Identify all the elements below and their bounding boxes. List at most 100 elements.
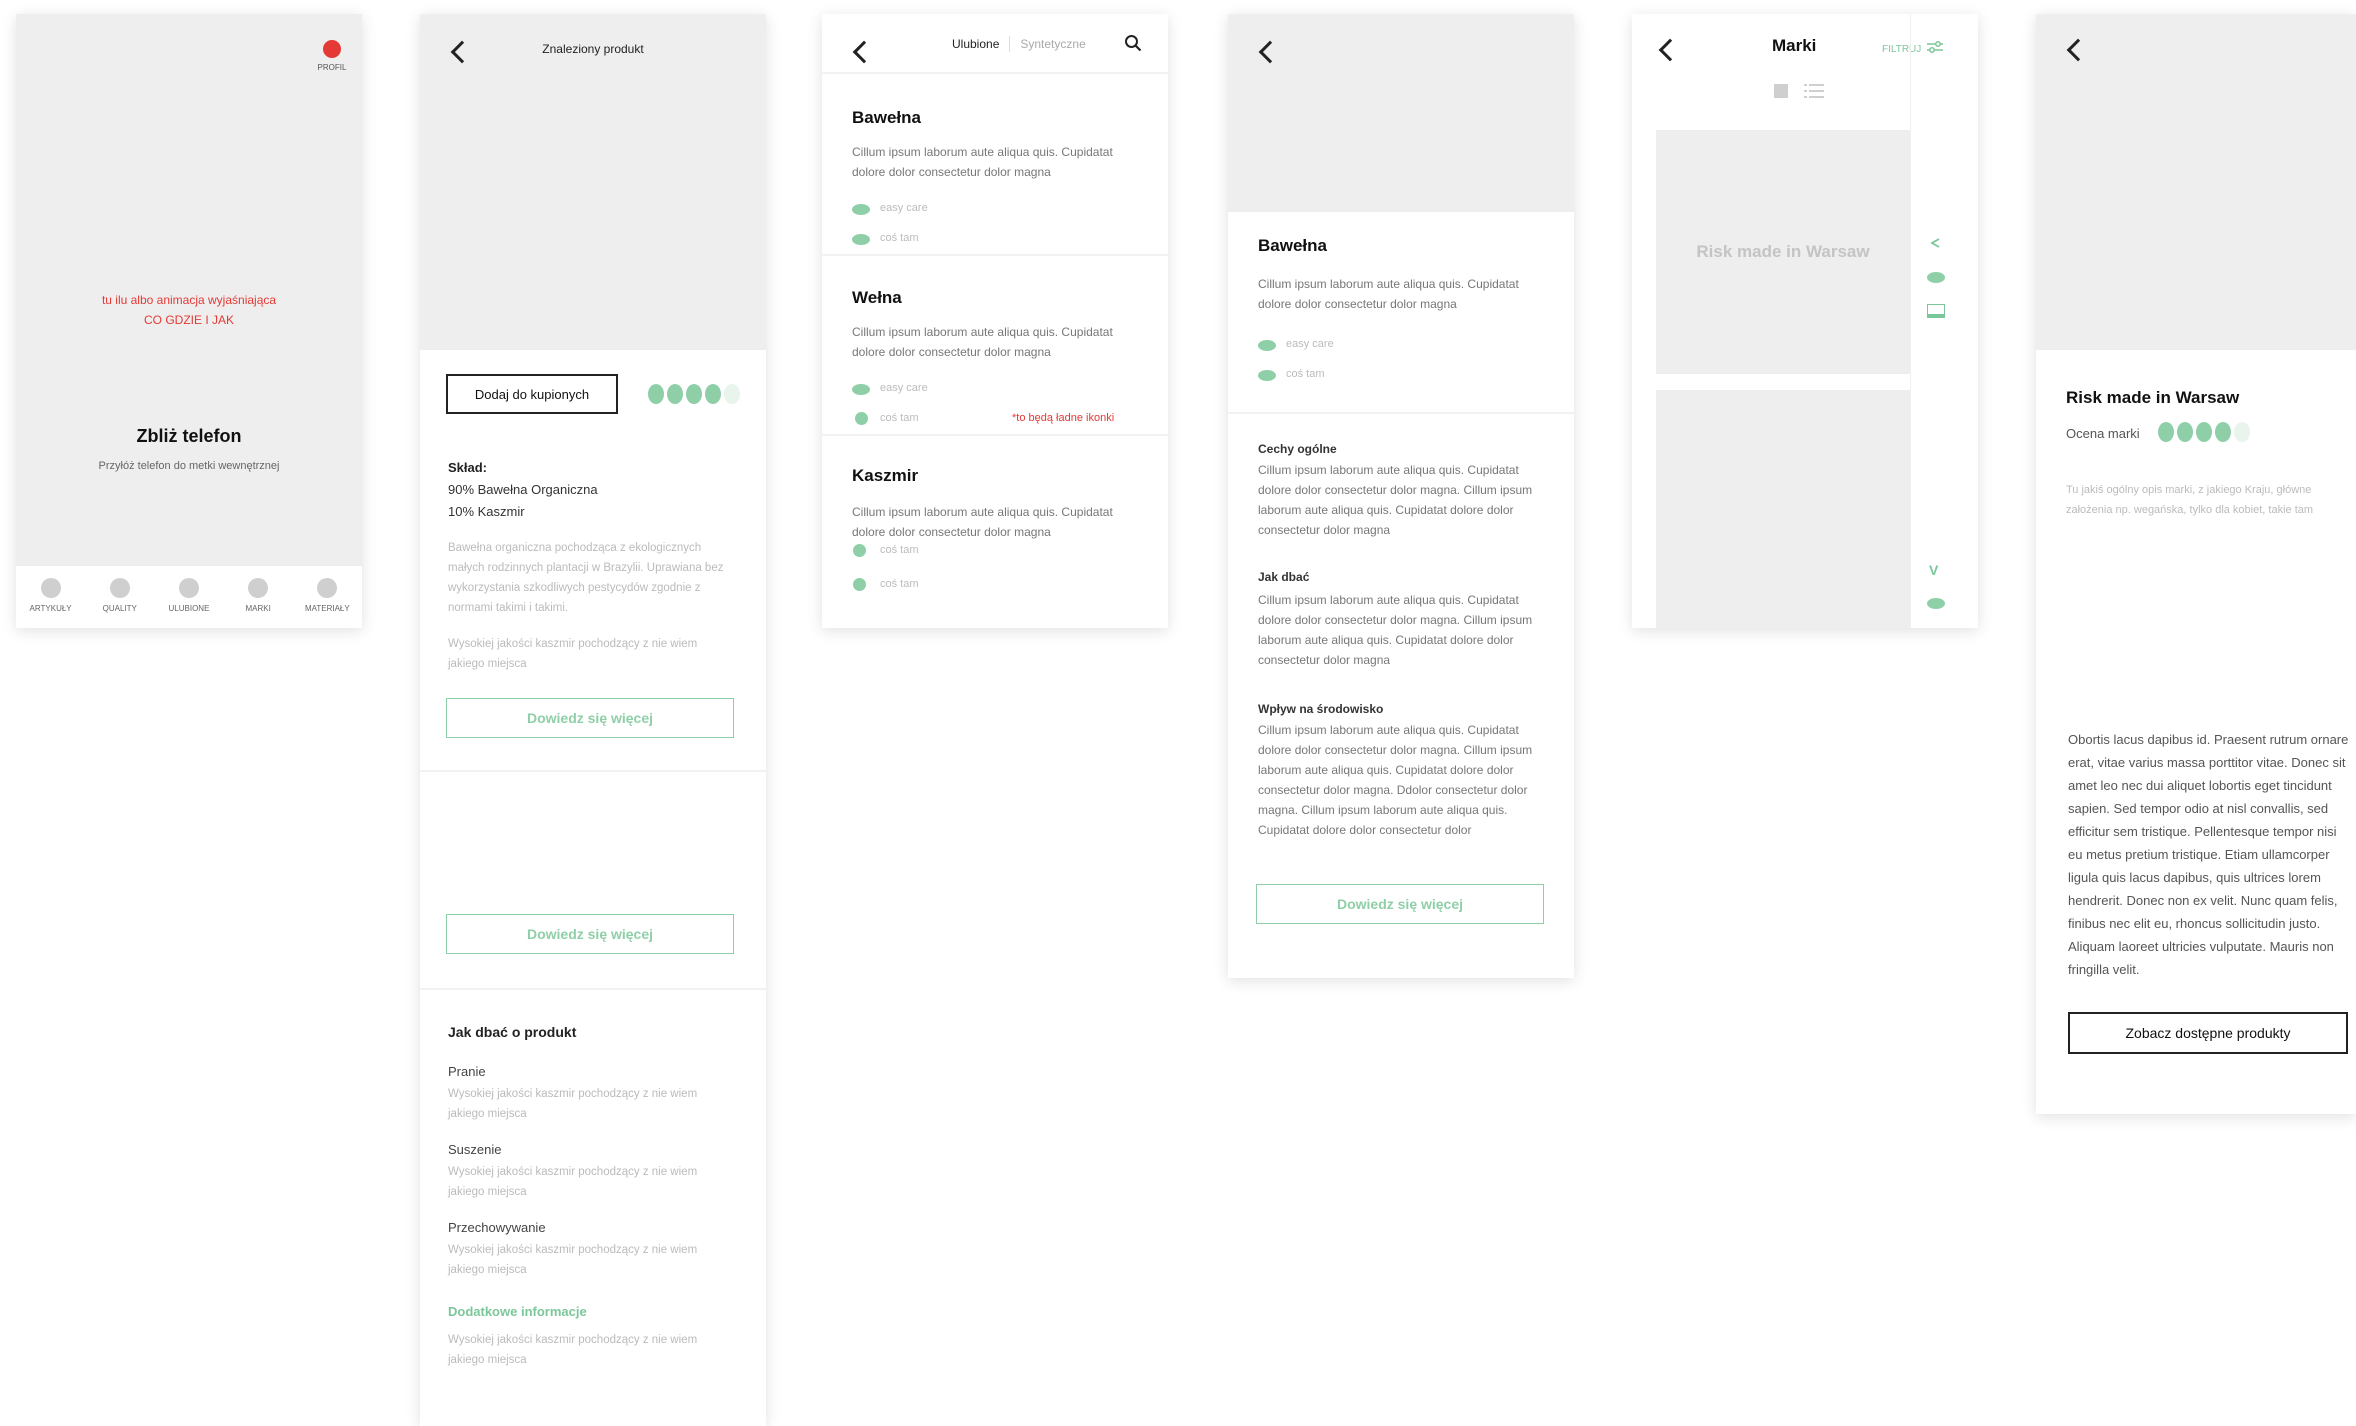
material-name: Bawełna bbox=[852, 108, 921, 127]
list-view-icon[interactable] bbox=[1804, 84, 1824, 103]
brand-card[interactable] bbox=[1656, 390, 1910, 628]
tabs: Ulubione Syntetyczne bbox=[952, 36, 1086, 52]
material-desc: Cillum ipsum laborum aute aliqua quis. C… bbox=[852, 505, 1113, 539]
animation-note-line: CO GDZIE I JAK bbox=[143, 313, 234, 327]
screen-brand-detail: Risk made in Warsaw Ocena marki Tu jakiś… bbox=[2036, 14, 2356, 1114]
brand-card-title: Risk made in Warsaw bbox=[1696, 242, 1870, 261]
icons-note: *to będą ładne ikonki bbox=[1012, 412, 1115, 424]
material-name: Wełna bbox=[852, 288, 902, 307]
nav-item-quality[interactable]: QUALITY bbox=[90, 578, 150, 613]
learn-more-button[interactable]: Dowiedz się więcej bbox=[446, 698, 734, 738]
see-products-button[interactable]: Zobacz dostępne produkty bbox=[2068, 1012, 2348, 1054]
easy-care-icon bbox=[1258, 340, 1276, 351]
nav-label: ULUBIONE bbox=[168, 604, 210, 613]
nav-icon bbox=[109, 578, 130, 598]
care-item-title: Przechowywanie bbox=[448, 1220, 546, 1235]
screen-brands: Marki FILTRUJ Risk made in Warsaw V bbox=[1632, 14, 1978, 628]
side-chevron-icon[interactable] bbox=[1929, 236, 1941, 254]
learn-more-button[interactable]: Dowiedz się więcej bbox=[446, 914, 734, 954]
material-desc: Cillum ipsum laborum aute aliqua quis. C… bbox=[1258, 277, 1519, 311]
side-frame-icon[interactable] bbox=[1927, 304, 1945, 318]
composition-line: 90% Bawełna Organiczna bbox=[448, 482, 598, 497]
easy-care-icon bbox=[852, 384, 870, 395]
screen-favorites-list: Ulubione Syntetyczne Bawełna Cillum ipsu… bbox=[822, 14, 1168, 628]
screen-found-product: Znaleziony produkt Dodaj do kupionych Sk… bbox=[420, 14, 766, 1426]
material-title: Bawełna bbox=[1258, 236, 1327, 255]
divider bbox=[420, 988, 766, 990]
nav-icon bbox=[178, 578, 199, 598]
product-image bbox=[420, 14, 766, 350]
nav-label: ARTYKUŁY bbox=[29, 604, 72, 613]
section-text: Cillum ipsum laborum aute aliqua quis. C… bbox=[1258, 723, 1533, 837]
care-item-text: Wysokiej jakości kaszmir pochodzący z ni… bbox=[448, 1088, 698, 1120]
section-title: Cechy ogólne bbox=[1258, 442, 1337, 456]
leaf-icon bbox=[667, 384, 683, 404]
grid-view-icon[interactable] bbox=[1774, 84, 1788, 98]
additional-info-text: Wysokiej jakości kaszmir pochodzący z ni… bbox=[448, 1334, 698, 1366]
leaf-icon bbox=[686, 384, 702, 404]
care-item-text: Wysokiej jakości kaszmir pochodzący z ni… bbox=[448, 1166, 698, 1198]
nav-label: QUALITY bbox=[102, 604, 137, 613]
side-letter[interactable]: V bbox=[1929, 562, 1938, 578]
feature-icon bbox=[853, 578, 866, 591]
leaf-icon bbox=[705, 384, 721, 404]
section-text: Cillum ipsum laborum aute aliqua quis. C… bbox=[1258, 593, 1533, 667]
tag-label: coś tam bbox=[880, 412, 919, 424]
nav-item-ulubione[interactable]: ULUBIONE bbox=[159, 578, 219, 613]
material-name: Kaszmir bbox=[852, 466, 919, 485]
list-item[interactable]: Bawełna Cillum ipsum laborum aute aliqua… bbox=[822, 74, 1168, 254]
additional-info-link[interactable]: Dodatkowe informacje bbox=[448, 1304, 587, 1319]
scan-subtitle: Przyłóż telefon do metki wewnętrznej bbox=[98, 460, 280, 472]
leaf-icon bbox=[2234, 422, 2250, 442]
brand-card[interactable]: Risk made in Warsaw bbox=[1656, 130, 1910, 374]
easy-care-icon bbox=[852, 204, 870, 215]
side-leaf-icon[interactable] bbox=[1927, 272, 1945, 283]
divider bbox=[420, 770, 766, 772]
composition-line: 10% Kaszmir bbox=[448, 504, 525, 519]
profile-icon bbox=[323, 40, 341, 58]
tab-ulubione[interactable]: Ulubione bbox=[952, 37, 999, 51]
nav-item-marki[interactable]: MARKI bbox=[228, 578, 288, 613]
side-leaf-icon[interactable] bbox=[1927, 598, 1945, 609]
animation-note-line: tu ilu albo animacja wyjaśniająca bbox=[101, 293, 277, 307]
side-index: V bbox=[1910, 14, 1978, 628]
divider bbox=[1228, 412, 1574, 414]
profile-button[interactable]: PROFIL bbox=[312, 40, 352, 72]
add-to-purchased-button[interactable]: Dodaj do kupionych bbox=[446, 374, 618, 414]
material-desc: Cillum ipsum laborum aute aliqua quis. C… bbox=[852, 325, 1113, 359]
screen-title: Marki bbox=[1772, 36, 1817, 55]
nav-item-artykuly[interactable]: ARTYKUŁY bbox=[21, 578, 81, 613]
section-text: Cillum ipsum laborum aute aliqua quis. C… bbox=[1258, 463, 1533, 537]
profile-label: PROFIL bbox=[317, 63, 347, 72]
section-title: Jak dbać bbox=[1258, 570, 1310, 584]
nav-item-materialy[interactable]: MATERIAŁY bbox=[297, 578, 357, 613]
material-description: Bawełna organiczna pochodząca z ekologic… bbox=[448, 542, 724, 614]
search-icon[interactable] bbox=[1124, 34, 1142, 52]
back-arrow-icon[interactable] bbox=[1658, 38, 1682, 62]
feature-icon bbox=[855, 412, 868, 425]
brand-rating-label: Ocena marki bbox=[2066, 426, 2140, 441]
brand-rating-leaves bbox=[2158, 422, 2253, 447]
tag-label: easy care bbox=[880, 382, 928, 394]
care-item-title: Pranie bbox=[448, 1064, 486, 1079]
care-item-title: Suszenie bbox=[448, 1142, 502, 1157]
list-item[interactable]: Kaszmir Cillum ipsum laborum aute aliqua… bbox=[822, 436, 1168, 628]
leaf-icon bbox=[724, 384, 740, 404]
nav-icon bbox=[248, 578, 269, 598]
material-description: Wysokiej jakości kaszmir pochodzący z ni… bbox=[448, 638, 698, 670]
tag-label: coś tam bbox=[880, 544, 919, 556]
list-item[interactable]: Wełna Cillum ipsum laborum aute aliqua q… bbox=[822, 256, 1168, 434]
learn-more-button[interactable]: Dowiedz się więcej bbox=[1256, 884, 1544, 924]
tag-label: easy care bbox=[880, 202, 928, 214]
composition-label: Skład: bbox=[448, 460, 488, 475]
feature-icon bbox=[853, 544, 866, 557]
back-arrow-icon[interactable] bbox=[852, 40, 876, 64]
brand-image bbox=[2036, 14, 2356, 350]
brand-title: Risk made in Warsaw bbox=[2066, 388, 2240, 407]
screen-title: Znaleziony produkt bbox=[542, 42, 644, 56]
material-desc: Cillum ipsum laborum aute aliqua quis. C… bbox=[852, 145, 1113, 179]
animation-note: tu ilu albo animacja wyjaśniająca CO GDZ… bbox=[16, 290, 362, 330]
tab-syntetyczne[interactable]: Syntetyczne bbox=[1020, 37, 1085, 51]
scan-title: Zbliż telefon bbox=[136, 426, 242, 446]
material-image bbox=[1228, 14, 1574, 212]
